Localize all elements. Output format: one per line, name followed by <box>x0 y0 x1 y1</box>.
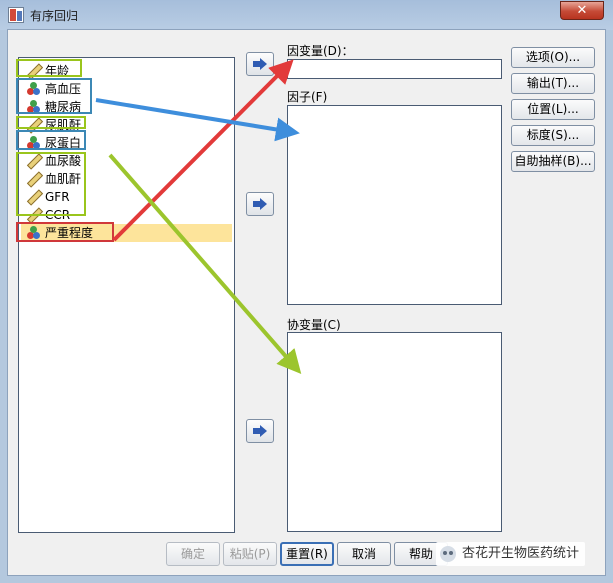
right-arrow-icon <box>253 425 267 437</box>
paste-button[interactable]: 粘贴(P) <box>223 542 277 566</box>
scale-button[interactable]: 标度(S)... <box>511 125 595 146</box>
wechat-icon <box>440 546 456 562</box>
watermark: 杏花开生物医药统计 <box>436 542 586 566</box>
covariates-label: 协变量(C) <box>287 318 341 332</box>
options-button[interactable]: 选项(O)... <box>511 47 595 68</box>
bootstrap-button[interactable]: 自助抽样(B)... <box>511 151 595 172</box>
annotation-box-red <box>16 222 114 242</box>
title-bar[interactable]: 有序回归 ✕ <box>0 0 613 30</box>
window-title: 有序回归 <box>30 9 79 23</box>
close-icon: ✕ <box>576 3 588 18</box>
factors-label: 因子(F) <box>287 90 328 104</box>
output-button[interactable]: 输出(T)... <box>511 73 595 94</box>
dependent-field[interactable] <box>287 59 502 79</box>
cancel-button[interactable]: 取消 <box>337 542 391 566</box>
dialog-window: 有序回归 ✕ 年龄 高血压 糖尿病 尿肌酐 尿蛋白 血尿酸 血肌酐 GFR CC… <box>0 0 613 583</box>
location-button[interactable]: 位置(L)... <box>511 99 595 120</box>
factors-list[interactable] <box>287 105 502 305</box>
right-arrow-icon <box>253 198 267 210</box>
annotation-box-blue <box>16 130 86 150</box>
annotation-box-blue <box>16 78 92 114</box>
close-button[interactable]: ✕ <box>560 1 604 20</box>
reset-button[interactable]: 重置(R) <box>280 542 334 566</box>
spss-app-icon <box>8 7 24 23</box>
dependent-label: 因变量(D)： <box>287 44 354 58</box>
move-to-factors-button[interactable] <box>246 192 274 216</box>
covariates-list[interactable] <box>287 332 502 532</box>
watermark-text: 杏花开生物医药统计 <box>462 546 580 561</box>
move-to-covariates-button[interactable] <box>246 419 274 443</box>
move-to-dependent-button[interactable] <box>246 52 274 76</box>
annotation-box-green <box>16 116 86 129</box>
annotation-box-green <box>16 152 86 216</box>
dialog-client-area: 年龄 高血压 糖尿病 尿肌酐 尿蛋白 血尿酸 血肌酐 GFR CCR 严重程度 … <box>7 29 606 576</box>
right-arrow-icon <box>253 58 267 70</box>
annotation-box-green <box>16 59 82 77</box>
ok-button[interactable]: 确定 <box>166 542 220 566</box>
